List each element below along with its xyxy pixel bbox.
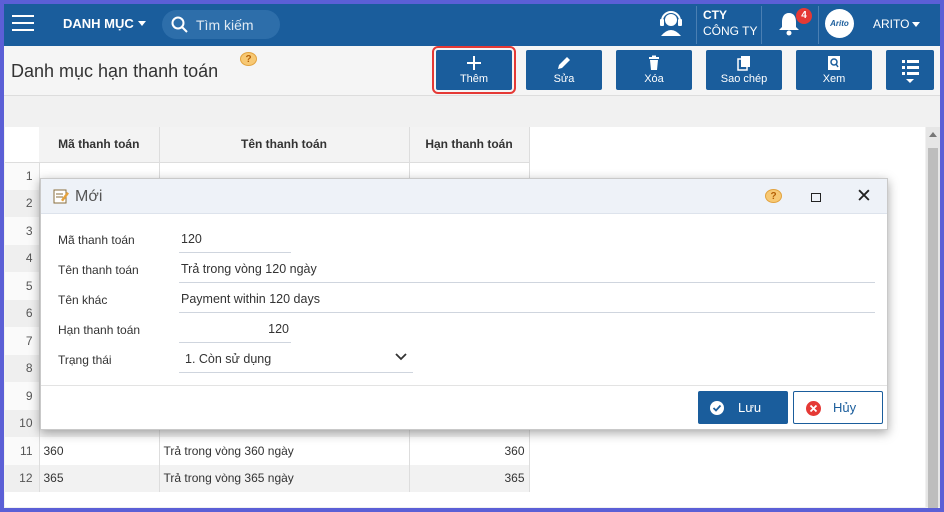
name-cell: Trả trong vòng 360 ngày — [159, 437, 410, 465]
edit-button[interactable]: Sửa — [526, 50, 602, 90]
term-label: Hạn thanh toán — [58, 323, 141, 337]
user-name[interactable]: ARITO — [873, 17, 909, 31]
view-button[interactable]: Xem — [796, 50, 872, 90]
category-menu[interactable]: DANH MỤC — [63, 16, 134, 31]
row-number: 11 — [5, 437, 40, 465]
row-number-header — [5, 127, 39, 163]
cancel-circle-icon — [806, 401, 821, 416]
row-number: 12 — [5, 464, 40, 492]
cancel-button[interactable]: Hủy — [793, 391, 883, 424]
help-icon[interactable]: ? — [240, 52, 257, 66]
avatar[interactable]: Arito — [825, 9, 854, 38]
add-button-label: Thêm — [459, 73, 489, 85]
name-field-underline — [179, 282, 875, 283]
pencil-icon — [558, 57, 570, 69]
list-menu-icon — [902, 60, 919, 83]
term-field-underline — [179, 342, 291, 343]
save-button-label: Lưu — [738, 400, 762, 415]
support-agent-icon[interactable] — [657, 10, 685, 36]
row-number: 3 — [5, 217, 40, 245]
table-row[interactable]: 11 360 Trả trong vòng 360 ngày 360 — [5, 437, 530, 465]
name-cell: Trả trong vòng 365 ngày — [159, 464, 410, 492]
table-row[interactable]: 12 365 Trả trong vòng 365 ngày 365 — [5, 464, 530, 492]
name-label: Tên thanh toán — [58, 263, 139, 277]
toolbar-spacer — [0, 97, 944, 127]
close-icon[interactable]: ✕ — [856, 185, 872, 208]
chevron-down-icon[interactable] — [395, 353, 407, 361]
new-payment-term-dialog: Mới ? ✕ Mã thanh toán 120 Tên thanh toán… — [40, 178, 888, 430]
user-chevron-down-icon[interactable] — [912, 22, 920, 27]
row-number: 6 — [5, 299, 40, 327]
scroll-up-arrow-icon[interactable] — [929, 132, 937, 137]
dialog-help-icon[interactable]: ? — [765, 189, 782, 203]
scrollbar-thumb[interactable] — [928, 148, 938, 508]
dialog-title: Mới — [75, 188, 103, 205]
column-header-name[interactable]: Tên thanh toán — [159, 127, 410, 163]
other-name-field[interactable]: Payment within 120 days — [179, 292, 322, 306]
company-code: CTY — [703, 8, 727, 22]
view-button-label: Xem — [822, 73, 846, 85]
plus-icon — [467, 56, 481, 70]
code-cell: 360 — [39, 437, 160, 465]
notification-badge: 4 — [796, 8, 812, 24]
copy-button-label: Sao chép — [720, 73, 768, 85]
dialog-header: Mới ? ✕ — [41, 179, 887, 214]
page-title: Danh mục hạn thanh toán — [11, 61, 219, 81]
row-number: 10 — [5, 409, 40, 437]
chevron-down-icon[interactable] — [138, 21, 146, 26]
row-number: 5 — [5, 272, 40, 300]
status-label: Trạng thái — [58, 353, 112, 367]
company-selector[interactable]: CTY CÔNG TY — [696, 6, 762, 44]
cancel-button-label: Hủy — [833, 400, 857, 415]
other-name-field-underline — [179, 312, 875, 313]
edit-form-icon — [53, 189, 69, 204]
row-number: 1 — [5, 162, 40, 190]
code-field[interactable]: 120 — [179, 232, 204, 246]
check-circle-icon — [710, 401, 724, 415]
row-number: 2 — [5, 189, 40, 217]
search-box[interactable]: Tìm kiếm — [162, 10, 280, 39]
top-navigation-bar: DANH MỤC Tìm kiếm CTY CÔNG TY 4 Arito AR… — [0, 0, 944, 46]
column-header-term[interactable]: Hạn thanh toán — [409, 127, 530, 163]
more-menu-button[interactable] — [886, 50, 934, 90]
term-field[interactable]: 120 — [179, 322, 291, 336]
column-header-code[interactable]: Mã thanh toán — [39, 127, 160, 163]
other-name-label: Tên khác — [58, 293, 108, 307]
status-select[interactable]: 1. Còn sử dụng — [183, 352, 273, 366]
status-select-underline — [179, 372, 413, 373]
row-number: 4 — [5, 244, 40, 272]
name-field[interactable]: Trả trong vòng 120 ngày — [179, 262, 319, 276]
code-cell: 365 — [39, 464, 160, 492]
row-number: 7 — [5, 327, 40, 355]
search-placeholder: Tìm kiếm — [196, 17, 254, 33]
page-header: Danh mục hạn thanh toán ? Thêm Sửa Xóa S… — [0, 46, 944, 96]
code-field-underline — [179, 252, 291, 253]
code-label: Mã thanh toán — [58, 233, 135, 247]
add-button[interactable]: Thêm — [432, 46, 516, 94]
term-cell: 360 — [409, 437, 530, 465]
delete-button[interactable]: Xóa — [616, 50, 692, 90]
search-icon — [171, 16, 188, 33]
divider — [818, 6, 819, 44]
save-button[interactable]: Lưu — [698, 391, 788, 424]
view-icon — [828, 56, 840, 70]
maximize-icon[interactable] — [811, 193, 821, 202]
row-number: 8 — [5, 354, 40, 382]
delete-button-label: Xóa — [644, 73, 664, 85]
copy-button[interactable]: Sao chép — [706, 50, 782, 90]
company-name: CÔNG TY — [703, 24, 758, 38]
trash-icon — [649, 55, 659, 70]
row-number: 9 — [5, 382, 40, 410]
hamburger-menu-icon[interactable] — [12, 15, 34, 31]
edit-button-label: Sửa — [553, 73, 575, 85]
copy-icon — [737, 56, 750, 71]
term-cell: 365 — [409, 464, 530, 492]
